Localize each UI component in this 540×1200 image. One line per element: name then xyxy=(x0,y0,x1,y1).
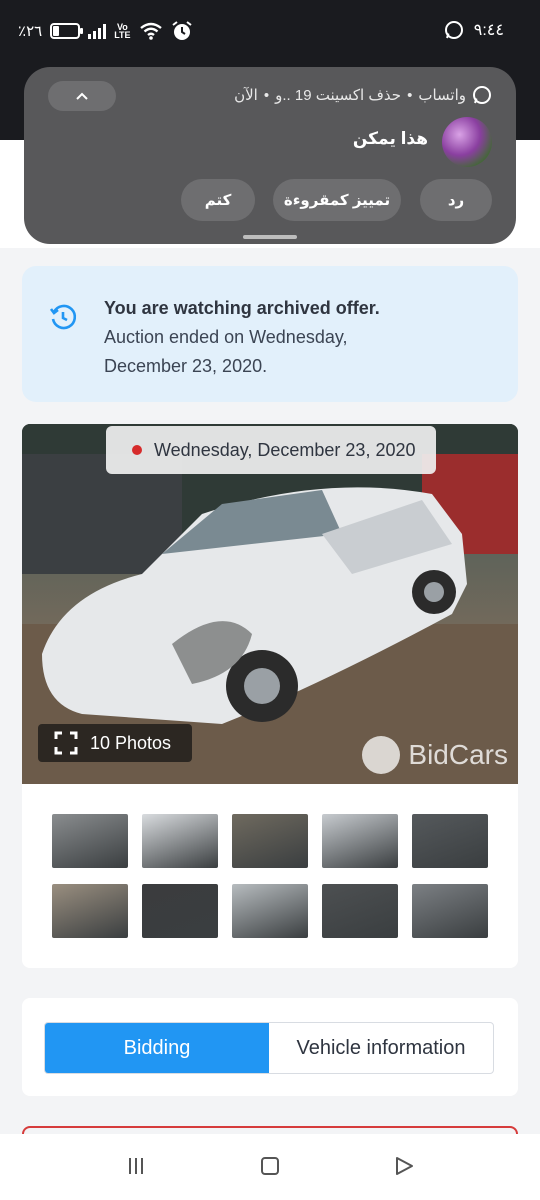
status-bar: ٪٢٦ Vo LTE ٩:٤٤ xyxy=(0,0,540,62)
thumbnail-1[interactable] xyxy=(52,814,128,868)
photos-button[interactable]: 10 Photos xyxy=(38,724,192,762)
tab-vehicle-information[interactable]: Vehicle information xyxy=(269,1023,493,1073)
archived-title: You are watching archived offer. xyxy=(104,298,380,318)
notification-message-meta: حذف اكسينت 19 ..و xyxy=(275,87,402,104)
archived-line-1: Auction ended on Wednesday, xyxy=(104,327,348,347)
reply-button[interactable]: رد xyxy=(420,179,492,221)
archived-banner: You are watching archived offer. Auction… xyxy=(22,266,518,402)
alarm-icon xyxy=(171,21,192,40)
thumbnail-5[interactable] xyxy=(412,814,488,868)
tab-bar: Bidding Vehicle information xyxy=(44,1022,494,1074)
battery-icon xyxy=(50,23,84,39)
thumbnail-2[interactable] xyxy=(142,814,218,868)
gallery-card: Wednesday, December 23, 2020 10 Photos B… xyxy=(22,424,518,968)
recent-apps-icon[interactable] xyxy=(124,1154,148,1178)
battery-percent: ٪٢٦ xyxy=(18,23,43,40)
chevron-up-icon xyxy=(76,92,88,100)
tabs-card: Bidding Vehicle information xyxy=(22,998,518,1096)
thumbnail-8[interactable] xyxy=(232,884,308,938)
status-left: ٪٢٦ Vo LTE xyxy=(18,20,193,42)
bidcars-watermark: BidCars xyxy=(362,736,508,774)
archived-text: You are watching archived offer. Auction… xyxy=(104,294,494,381)
whatsapp-icon xyxy=(473,86,491,104)
notification-actions: رد تمييز كمقروءة كتم xyxy=(24,179,516,223)
auction-date: Wednesday, December 23, 2020 xyxy=(154,439,416,460)
back-icon[interactable] xyxy=(392,1154,416,1178)
fullscreen-icon xyxy=(54,731,78,755)
bidcars-logo-icon xyxy=(362,736,401,774)
status-dot xyxy=(132,445,142,455)
history-icon xyxy=(49,304,77,330)
auction-date-pill: Wednesday, December 23, 2020 xyxy=(106,426,436,474)
notification-app: واتساب xyxy=(418,87,466,104)
volte-icon: Vo LTE xyxy=(114,22,131,40)
collapse-button[interactable] xyxy=(48,81,116,111)
thumbnail-7[interactable] xyxy=(142,884,218,938)
photos-count: 10 Photos xyxy=(90,732,172,753)
wifi-icon xyxy=(139,22,162,40)
status-time: ٩:٤٤ xyxy=(473,22,504,39)
home-icon[interactable] xyxy=(258,1154,282,1178)
tab-bidding[interactable]: Bidding xyxy=(45,1023,269,1073)
thumbnail-9[interactable] xyxy=(322,884,398,938)
notification-title: هذا يمكن xyxy=(352,129,428,148)
thumbnail-10[interactable] xyxy=(412,884,488,938)
thumbnail-6[interactable] xyxy=(52,884,128,938)
status-right: ٩:٤٤ xyxy=(444,20,504,40)
signal-icon xyxy=(88,23,107,39)
avatar xyxy=(442,117,492,167)
drag-handle[interactable] xyxy=(243,235,297,239)
main-photo[interactable]: Wednesday, December 23, 2020 10 Photos B… xyxy=(22,424,518,784)
thumbnail-4[interactable] xyxy=(322,814,398,868)
mute-button[interactable]: كتم xyxy=(181,179,255,221)
system-navbar xyxy=(0,1134,540,1200)
notification-meta: واتساب • حذف اكسينت 19 ..و • الآن xyxy=(234,85,492,105)
whatsapp-notification[interactable]: واتساب • حذف اكسينت 19 ..و • الآن هذا يم… xyxy=(24,67,516,244)
archived-line-2: December 23, 2020. xyxy=(104,356,268,376)
whatsapp-icon xyxy=(444,21,463,39)
thumbnail-3[interactable] xyxy=(232,814,308,868)
notification-time: الآن xyxy=(234,87,258,104)
mark-read-button[interactable]: تمييز كمقروءة xyxy=(273,179,401,221)
